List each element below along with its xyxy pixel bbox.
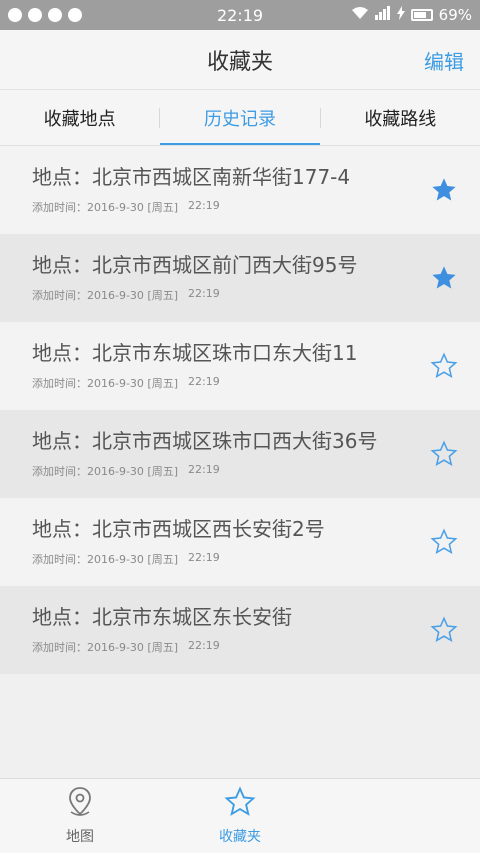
added-time-label: 添加时间：2016-9-30 [周五]	[32, 553, 179, 566]
added-time: 添加时间：2016-9-30 [周五] 22:19	[32, 287, 428, 303]
tab-history[interactable]: 历史记录	[160, 90, 320, 145]
added-time-label: 添加时间：2016-9-30 [周五]	[32, 377, 179, 390]
added-time: 添加时间：2016-9-30 [周五] 22:19	[32, 199, 428, 215]
place-title: 地点：北京市西城区南新华街177-4	[32, 165, 351, 189]
page-title: 收藏夹	[206, 49, 273, 75]
added-time: 添加时间：2016-9-30 [周五] 22:19	[32, 551, 428, 567]
star-icon	[224, 786, 256, 822]
added-time-clock: 22:19	[188, 551, 220, 564]
nav-favorites-label: 收藏夹	[219, 829, 261, 845]
bottom-nav: 地图 收藏夹 会	[0, 778, 480, 853]
added-time: 添加时间：2016-9-30 [周五] 22:19	[32, 463, 428, 479]
status-icons-left	[8, 8, 82, 22]
tab-bar: 收藏地点 历史记录 收藏路线	[0, 90, 480, 146]
list-item-text: 地点：北京市西城区前门西大街95号 添加时间：2016-9-30 [周五] 22…	[32, 253, 428, 303]
added-time: 添加时间：2016-9-30 [周五] 22:19	[32, 375, 428, 391]
place-title: 地点：北京市西城区西长安街2号	[32, 517, 325, 541]
list-item[interactable]: 地点：北京市东城区东长安街 添加时间：2016-9-30 [周五] 22:19	[0, 586, 480, 674]
charging-icon	[396, 6, 405, 24]
added-time-label: 添加时间：2016-9-30 [周五]	[32, 465, 179, 478]
place-title: 地点：北京市东城区珠市口东大街11	[32, 341, 358, 365]
list-item[interactable]: 地点：北京市西城区南新华街177-4 添加时间：2016-9-30 [周五] 2…	[0, 146, 480, 234]
added-time-clock: 22:19	[188, 375, 220, 388]
notification-icon	[28, 8, 42, 22]
blur-overlay	[300, 784, 480, 844]
app-header: 收藏夹 编辑	[0, 30, 480, 90]
added-time-clock: 22:19	[188, 199, 220, 212]
tab-favorite-places[interactable]: 收藏地点	[0, 90, 159, 145]
status-time: 22:19	[216, 6, 264, 25]
battery-icon	[410, 9, 433, 21]
added-time: 添加时间：2016-9-30 [周五] 22:19	[32, 639, 428, 655]
wifi-icon	[351, 6, 369, 24]
status-icons-right: 69%	[351, 6, 472, 24]
list-item[interactable]: 地点：北京市东城区珠市口东大街11 添加时间：2016-9-30 [周五] 22…	[0, 322, 480, 410]
added-time-label: 添加时间：2016-9-30 [周五]	[32, 641, 179, 654]
status-bar: 22:19 69%	[0, 0, 480, 30]
upload-icon	[48, 8, 62, 22]
added-time-label: 添加时间：2016-9-30 [周五]	[32, 201, 179, 214]
list-item-text: 地点：北京市西城区南新华街177-4 添加时间：2016-9-30 [周五] 2…	[32, 165, 428, 215]
star-filled-icon[interactable]	[428, 174, 460, 206]
added-time-clock: 22:19	[188, 287, 220, 300]
signal-icon	[374, 6, 391, 24]
star-filled-icon[interactable]	[428, 262, 460, 294]
list-item-text: 地点：北京市东城区东长安街 添加时间：2016-9-30 [周五] 22:19	[32, 605, 428, 655]
list-item-text: 地点：北京市西城区珠市口西大街36号 添加时间：2016-9-30 [周五] 2…	[32, 429, 428, 479]
list-item[interactable]: 地点：北京市西城区前门西大街95号 添加时间：2016-9-30 [周五] 22…	[0, 234, 480, 322]
list-item-text: 地点：北京市西城区西长安街2号 添加时间：2016-9-30 [周五] 22:1…	[32, 517, 428, 567]
added-time-label: 添加时间：2016-9-30 [周五]	[32, 289, 179, 302]
star-outline-icon[interactable]	[428, 614, 460, 646]
place-title: 地点：北京市西城区前门西大街95号	[32, 253, 358, 277]
place-title: 地点：北京市东城区东长安街	[32, 605, 292, 629]
added-time-clock: 22:19	[188, 463, 220, 476]
tab-favorite-routes[interactable]: 收藏路线	[321, 90, 480, 145]
notification-icon	[8, 8, 22, 22]
nav-favorites[interactable]: 收藏夹	[160, 779, 320, 853]
map-pin-icon	[65, 786, 95, 822]
star-outline-icon[interactable]	[428, 350, 460, 382]
place-title: 地点：北京市西城区珠市口西大街36号	[32, 429, 378, 453]
list-item[interactable]: 地点：北京市西城区西长安街2号 添加时间：2016-9-30 [周五] 22:1…	[0, 498, 480, 586]
star-outline-icon[interactable]	[428, 438, 460, 470]
history-list: 地点：北京市西城区南新华街177-4 添加时间：2016-9-30 [周五] 2…	[0, 146, 480, 674]
nav-map[interactable]: 地图	[0, 779, 160, 853]
alarm-icon	[68, 8, 82, 22]
nav-map-label: 地图	[66, 829, 94, 845]
added-time-clock: 22:19	[188, 639, 220, 652]
list-item-text: 地点：北京市东城区珠市口东大街11 添加时间：2016-9-30 [周五] 22…	[32, 341, 428, 391]
star-outline-icon[interactable]	[428, 526, 460, 558]
edit-button[interactable]: 编辑	[424, 46, 464, 75]
battery-percent: 69%	[438, 6, 472, 24]
list-item[interactable]: 地点：北京市西城区珠市口西大街36号 添加时间：2016-9-30 [周五] 2…	[0, 410, 480, 498]
